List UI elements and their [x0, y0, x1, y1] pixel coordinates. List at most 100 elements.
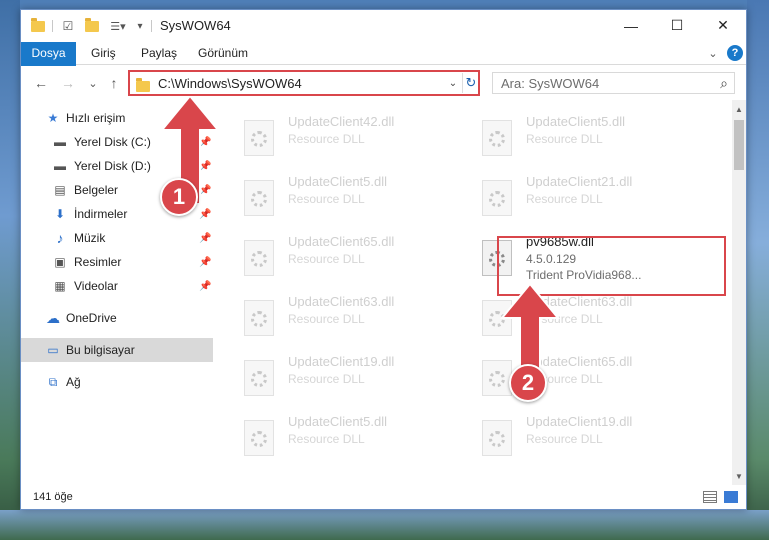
sidebar-item-label: OneDrive	[66, 311, 117, 325]
back-button[interactable]: ←	[31, 73, 51, 93]
desktop-background-bottom	[0, 510, 769, 540]
sidebar-item-label: Resimler	[74, 255, 122, 269]
sidebar-item-label: Yerel Disk (C:)	[74, 135, 151, 149]
sidebar-item-videos[interactable]: ▦ Videolar 📌	[21, 274, 213, 298]
file-type: Resource DLL	[288, 312, 365, 326]
sidebar-item-label: İndirmeler	[74, 207, 128, 221]
search-icon: ⌕	[720, 75, 728, 91]
minimize-button[interactable]: —	[608, 10, 654, 41]
sidebar-item-label: Bu bilgisayar	[66, 343, 135, 357]
file-name: UpdateClient21.dll	[526, 174, 633, 189]
maximize-button[interactable]: ☐	[654, 10, 700, 41]
divider	[52, 20, 53, 32]
sidebar-item-label: Videolar	[74, 279, 118, 293]
dll-file-icon	[244, 420, 274, 456]
document-icon: ▤	[54, 183, 66, 197]
navigation-bar: ← → ⌄ ↑ C:\Windows\SysWOW64 ⌄ ↻ Ara: Sys…	[21, 66, 746, 100]
tab-view[interactable]: Görünüm	[188, 42, 258, 65]
help-icon[interactable]: ?	[727, 45, 743, 61]
music-icon: ♪	[56, 230, 64, 246]
folder-icon	[136, 78, 150, 92]
item-count: 141 öğe	[33, 491, 73, 503]
search-input[interactable]: Ara: SysWOW64 ⌕	[492, 72, 735, 94]
cloud-icon: ☁	[46, 309, 60, 326]
tab-share[interactable]: Paylaş	[131, 42, 187, 65]
scroll-up-arrow-icon[interactable]: ▲	[732, 102, 746, 116]
file-item[interactable]: UpdateClient63.dll Resource DLL	[218, 290, 444, 346]
sidebar-item-this-pc[interactable]: ▭ Bu bilgisayar	[21, 338, 213, 362]
file-type: Resource DLL	[526, 132, 603, 146]
file-type: Resource DLL	[288, 192, 365, 206]
recent-locations-button[interactable]: ⌄	[83, 73, 103, 93]
dll-file-icon	[482, 180, 512, 216]
address-bar[interactable]: C:\Windows\SysWOW64 ⌄ ↻	[128, 70, 480, 96]
sidebar-item-label: Yerel Disk (D:)	[74, 159, 151, 173]
file-item[interactable]: UpdateClient21.dll Resource DLL	[456, 170, 682, 226]
close-button[interactable]: ✕	[700, 10, 746, 41]
file-item[interactable]: UpdateClient19.dll Resource DLL	[218, 350, 444, 406]
file-item[interactable]: UpdateClient65.dll Resource DLL	[456, 350, 682, 406]
address-path[interactable]: C:\Windows\SysWOW64	[158, 76, 302, 91]
up-button[interactable]: ↑	[104, 73, 124, 93]
file-type: Resource DLL	[526, 432, 603, 446]
file-item[interactable]: UpdateClient63.dll Resource DLL	[456, 290, 682, 346]
file-type: Resource DLL	[288, 432, 365, 446]
computer-icon: ▭	[47, 343, 59, 357]
scrollbar-thumb[interactable]	[734, 120, 744, 170]
network-icon: ⧉	[48, 374, 58, 389]
vertical-scrollbar[interactable]: ▲ ▼	[732, 100, 746, 485]
dll-file-icon	[244, 120, 274, 156]
file-name: UpdateClient42.dll	[288, 114, 395, 129]
file-name: UpdateClient19.dll	[288, 354, 395, 369]
refresh-button[interactable]: ↻	[462, 73, 479, 93]
file-name: UpdateClient19.dll	[526, 414, 633, 429]
drive-icon: ▬	[54, 135, 66, 149]
file-item[interactable]: UpdateClient19.dll Resource DLL	[456, 410, 682, 466]
sidebar-item-pictures[interactable]: ▣ Resimler 📌	[21, 250, 213, 274]
ribbon-tabs: Dosya Giriş Paylaş Görünüm ⌄ ?	[21, 42, 746, 98]
file-item[interactable]: UpdateClient5.dll Resource DLL	[456, 110, 682, 166]
sidebar-item-network[interactable]: ⧉ Ağ	[21, 370, 213, 394]
file-name: UpdateClient63.dll	[288, 294, 395, 309]
file-item[interactable]: UpdateClient42.dll Resource DLL	[218, 110, 444, 166]
file-name: UpdateClient5.dll	[288, 174, 388, 189]
file-item[interactable]: UpdateClient65.dll Resource DLL	[218, 230, 444, 286]
new-folder-icon[interactable]	[83, 17, 101, 35]
annotation-step-2-badge: 2	[509, 364, 547, 402]
tab-home[interactable]: Giriş	[81, 42, 126, 65]
window-title: SysWOW64	[160, 18, 231, 33]
file-name: UpdateClient5.dll	[288, 414, 388, 429]
customize-quick-access-icon[interactable]: ☰▾	[105, 17, 131, 35]
title-bar: ☑ ☰▾ ▾ SysWOW64 — ☐ ✕	[21, 10, 746, 42]
sidebar-item-music[interactable]: ♪ Müzik 📌	[21, 226, 213, 250]
details-view-icon[interactable]	[703, 491, 717, 503]
file-item[interactable]: UpdateClient5.dll Resource DLL	[218, 410, 444, 466]
forward-button[interactable]: →	[58, 73, 78, 93]
sidebar-item-label: Müzik	[74, 231, 106, 245]
pin-icon: 📌	[199, 280, 212, 292]
sidebar-item-label: Ağ	[66, 375, 81, 389]
file-item[interactable]: UpdateClient5.dll Resource DLL	[218, 170, 444, 226]
pictures-icon: ▣	[54, 255, 66, 269]
file-type: Resource DLL	[288, 252, 365, 266]
pin-icon: 📌	[199, 256, 212, 268]
chevron-down-icon[interactable]: ⌄	[705, 45, 721, 61]
sidebar-item-onedrive[interactable]: ☁ OneDrive	[21, 306, 213, 330]
folder-icon	[29, 17, 47, 35]
search-placeholder: Ara: SysWOW64	[501, 76, 600, 91]
large-icons-view-icon[interactable]	[724, 491, 738, 503]
dll-file-icon	[244, 360, 274, 396]
sidebar-item-label: Hızlı erişim	[66, 111, 126, 125]
address-dropdown-button[interactable]: ⌄	[446, 75, 460, 91]
download-icon: ⬇	[54, 207, 66, 221]
file-explorer-window: ☑ ☰▾ ▾ SysWOW64 — ☐ ✕ Dosya Giriş Paylaş…	[20, 9, 747, 510]
chevron-down-icon[interactable]: ▾	[133, 17, 147, 35]
pin-icon: 📌	[199, 232, 212, 244]
pin-icon: 📌	[199, 208, 212, 220]
scroll-down-arrow-icon[interactable]: ▼	[732, 469, 746, 483]
file-type: Resource DLL	[288, 372, 365, 386]
file-name: UpdateClient65.dll	[288, 234, 395, 249]
star-icon: ★	[47, 111, 59, 125]
divider	[151, 20, 152, 32]
properties-icon[interactable]: ☑	[59, 17, 77, 35]
